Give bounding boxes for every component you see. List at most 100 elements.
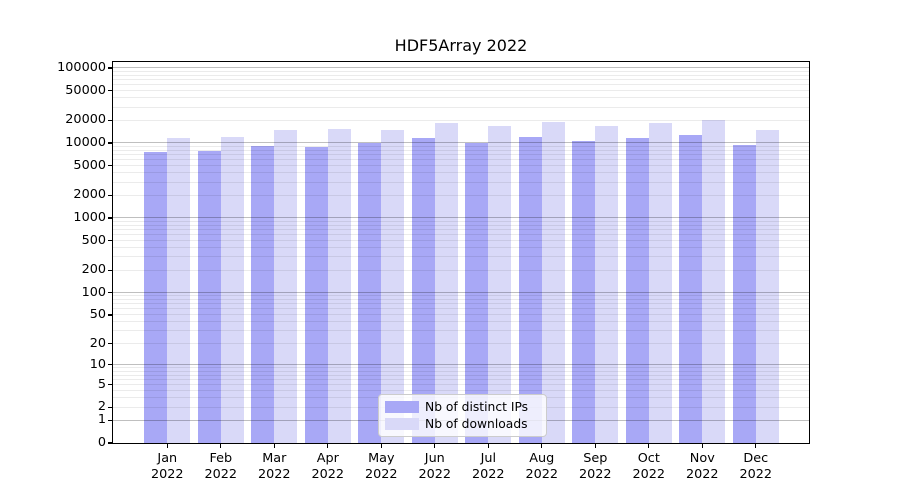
gridline-70000	[113, 79, 809, 80]
y-tick-mark-10	[108, 364, 112, 365]
gridline-2000	[113, 195, 809, 196]
y-tick-mark-100	[108, 292, 112, 293]
legend-swatch-downloads	[385, 418, 419, 430]
y-tick-mark-2	[108, 407, 112, 408]
gridline-1000	[113, 217, 809, 218]
y-tick-label-5: 5	[0, 377, 106, 393]
gridline-5	[113, 384, 809, 385]
gridline-100	[113, 292, 809, 293]
y-tick-mark-10000	[108, 142, 112, 143]
y-tick-mark-5	[108, 384, 112, 385]
y-tick-label-50: 50	[0, 307, 106, 323]
gridline-60	[113, 308, 809, 309]
y-tick-label-0: 0	[0, 435, 106, 451]
y-tick-mark-50	[108, 314, 112, 315]
gridline-500	[113, 240, 809, 241]
y-tick-label-10000: 10000	[0, 135, 106, 151]
gridline-600	[113, 234, 809, 235]
x-tick-mark-sep	[595, 444, 596, 448]
y-tick-label-5000: 5000	[0, 158, 106, 174]
gridline-3000	[113, 182, 809, 183]
y-tick-label-50000: 50000	[0, 83, 106, 99]
y-tick-mark-0	[108, 442, 112, 443]
gridline-60000	[113, 84, 809, 85]
gridline-4	[113, 390, 809, 391]
gridline-90	[113, 295, 809, 296]
gridline-80	[113, 299, 809, 300]
y-tick-mark-20000	[108, 120, 112, 121]
gridline-9	[113, 367, 809, 368]
x-tick-mark-feb	[220, 444, 221, 448]
x-tick-mark-may	[381, 444, 382, 448]
x-tick-mark-oct	[648, 444, 649, 448]
gridline-30000	[113, 107, 809, 108]
y-tick-label-500: 500	[0, 233, 106, 249]
gridline-10000	[113, 142, 809, 143]
gridlines-layer	[113, 62, 809, 443]
gridline-8	[113, 371, 809, 372]
y-tick-mark-50000	[108, 90, 112, 91]
x-tick-mark-apr	[327, 444, 328, 448]
legend-label-distinct-ips: Nb of distinct IPs	[425, 400, 528, 414]
y-tick-label-2000: 2000	[0, 187, 106, 203]
legend-row-distinct-ips: Nb of distinct IPs	[385, 400, 538, 414]
legend-label-downloads: Nb of downloads	[425, 417, 528, 431]
y-tick-label-20: 20	[0, 336, 106, 352]
gridline-40000	[113, 97, 809, 98]
gridline-10	[113, 364, 809, 365]
y-tick-label-1000: 1000	[0, 210, 106, 226]
gridline-300	[113, 256, 809, 257]
gridline-50	[113, 314, 809, 315]
gridline-9000	[113, 146, 809, 147]
gridline-8000	[113, 150, 809, 151]
x-tick-mark-jun	[434, 444, 435, 448]
y-tick-label-200: 200	[0, 262, 106, 278]
chart-title: HDF5Array 2022	[113, 36, 809, 55]
y-tick-label-100: 100	[0, 285, 106, 301]
gridline-50000	[113, 90, 809, 91]
gridline-40	[113, 321, 809, 322]
x-tick-label-dec: Dec 2022	[724, 451, 788, 482]
x-tick-mark-nov	[702, 444, 703, 448]
y-tick-label-2: 2	[0, 399, 106, 415]
gridline-4000	[113, 172, 809, 173]
y-tick-label-100000: 100000	[0, 60, 106, 76]
legend-swatch-distinct-ips	[385, 401, 419, 413]
gridline-800	[113, 225, 809, 226]
gridline-6000	[113, 159, 809, 160]
x-tick-mark-jan	[167, 444, 168, 448]
y-tick-mark-2000	[108, 195, 112, 196]
gridline-7	[113, 375, 809, 376]
gridline-20	[113, 343, 809, 344]
y-tick-mark-20	[108, 343, 112, 344]
y-tick-mark-100000	[108, 67, 112, 68]
legend-row-downloads: Nb of downloads	[385, 417, 538, 431]
x-tick-mark-aug	[541, 444, 542, 448]
x-tick-mark-dec	[755, 444, 756, 448]
y-tick-mark-200	[108, 270, 112, 271]
gridline-90000	[113, 71, 809, 72]
gridline-5000	[113, 165, 809, 166]
x-tick-mark-jul	[488, 444, 489, 448]
y-tick-mark-5000	[108, 165, 112, 166]
gridline-20000	[113, 120, 809, 121]
plot-area	[112, 61, 810, 444]
y-tick-label-20000: 20000	[0, 112, 106, 128]
legend: Nb of distinct IPs Nb of downloads	[378, 394, 547, 437]
gridline-200	[113, 270, 809, 271]
x-tick-mark-mar	[274, 444, 275, 448]
gridline-400	[113, 247, 809, 248]
gridline-7000	[113, 154, 809, 155]
gridline-700	[113, 229, 809, 230]
gridline-30	[113, 330, 809, 331]
gridline-70	[113, 303, 809, 304]
y-tick-label-10: 10	[0, 357, 106, 373]
bar-chart-figure: HDF5Array 2022 0125102050100200500100020…	[0, 0, 900, 500]
y-tick-mark-1000	[108, 217, 112, 218]
gridline-900	[113, 221, 809, 222]
gridline-80000	[113, 75, 809, 76]
y-tick-mark-1	[108, 420, 112, 421]
y-tick-mark-500	[108, 240, 112, 241]
gridline-6	[113, 379, 809, 380]
gridline-100000	[113, 67, 809, 68]
